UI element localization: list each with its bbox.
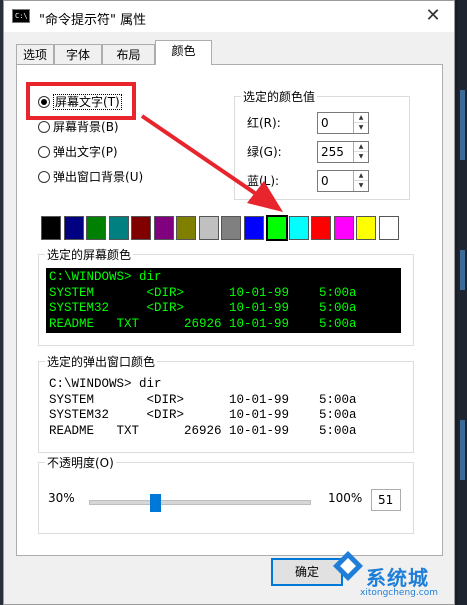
preview-line: C:\WINDOWS> dir bbox=[49, 377, 162, 391]
screen-colors-group: 选定的屏幕颜色 C:\WINDOWS> dir SYSTEM <DIR> 10-0… bbox=[38, 246, 414, 346]
spin-down-icon[interactable]: ▼ bbox=[354, 152, 368, 162]
radio-checked-icon bbox=[38, 96, 50, 108]
spin-down-icon[interactable]: ▼ bbox=[354, 123, 368, 133]
spin-down-icon[interactable]: ▼ bbox=[354, 181, 368, 191]
opacity-slider-track[interactable] bbox=[89, 500, 311, 505]
blue-label: 蓝(L): bbox=[247, 174, 280, 188]
watermark-url: xitongcheng.com bbox=[360, 588, 438, 598]
radio-unchecked-icon bbox=[38, 171, 50, 183]
color-swatch[interactable] bbox=[108, 216, 129, 240]
dialog-title: "命令提示符" 属性 bbox=[39, 13, 147, 28]
opacity-max-label: 100% bbox=[328, 491, 363, 505]
title-bar: C:\ "命令提示符" 属性 ✕ bbox=[4, 1, 454, 32]
colors-panel: 屏幕文字(T) 屏幕背景(B) 弹出文字(P) 弹出窗口背景(U) 选定的颜色值… bbox=[16, 64, 443, 556]
preview-line: SYSTEM32 <DIR> 10-01-99 5:00a bbox=[49, 301, 357, 315]
screen-colors-preview: C:\WINDOWS> dir SYSTEM <DIR> 10-01-99 5:0… bbox=[46, 268, 401, 333]
preview-line: SYSTEM <DIR> 10-01-99 5:00a bbox=[49, 392, 357, 407]
color-swatch[interactable] bbox=[266, 215, 288, 241]
properties-dialog: C:\ "命令提示符" 属性 ✕ 选项 字体 布局 颜色 屏幕文字(T) 屏幕背… bbox=[3, 0, 455, 605]
watermark-logo-icon bbox=[333, 551, 363, 581]
color-swatch[interactable] bbox=[86, 216, 106, 240]
green-label: 绿(G): bbox=[247, 145, 282, 159]
radio-popup-background[interactable]: 弹出窗口背景(U) bbox=[38, 169, 143, 185]
tab-colors[interactable]: 颜色 bbox=[155, 40, 212, 65]
color-swatch[interactable] bbox=[63, 216, 84, 240]
spin-up-icon[interactable]: ▲ bbox=[354, 142, 368, 152]
blue-value-spinner[interactable]: 0 ▲ ▼ bbox=[317, 170, 369, 192]
spin-up-icon[interactable]: ▲ bbox=[354, 171, 368, 181]
preview-line: C:\WINDOWS> dir bbox=[49, 270, 162, 284]
radio-popup-text[interactable]: 弹出文字(P) bbox=[38, 144, 118, 160]
color-swatch[interactable] bbox=[221, 216, 241, 240]
color-swatch[interactable] bbox=[131, 216, 151, 240]
opacity-slider-thumb[interactable] bbox=[150, 494, 161, 512]
close-button[interactable]: ✕ bbox=[422, 5, 444, 27]
red-value-spinner[interactable]: 0 ▲ ▼ bbox=[317, 112, 369, 134]
popup-colors-group: 选定的弹出窗口颜色 C:\WINDOWS> dir SYSTEM <DIR> 10… bbox=[38, 353, 414, 453]
color-swatch[interactable] bbox=[41, 216, 61, 240]
popup-colors-title: 选定的弹出窗口颜色 bbox=[45, 353, 158, 370]
color-swatch[interactable] bbox=[288, 216, 309, 240]
color-swatch[interactable] bbox=[356, 216, 376, 240]
opacity-title: 不透明度(O) bbox=[45, 454, 116, 471]
radio-unchecked-icon bbox=[38, 146, 50, 158]
color-swatch[interactable] bbox=[311, 216, 331, 240]
opacity-min-label: 30% bbox=[48, 491, 75, 505]
opacity-group: 不透明度(O) 30% 100% 51 bbox=[38, 454, 414, 534]
radio-screen-background[interactable]: 屏幕背景(B) bbox=[38, 119, 119, 135]
tab-font[interactable]: 字体 bbox=[54, 44, 102, 64]
preview-line: SYSTEM <DIR> 10-01-99 5:00a bbox=[49, 285, 357, 300]
preview-line: SYSTEM32 <DIR> 10-01-99 5:00a bbox=[49, 408, 357, 422]
preview-line: README TXT 26926 10-01-99 5:00a bbox=[49, 316, 357, 331]
red-label: 红(R): bbox=[247, 116, 281, 130]
console-app-icon: C:\ bbox=[12, 9, 30, 23]
desktop-right-edge bbox=[458, 0, 467, 605]
tab-options[interactable]: 选项 bbox=[16, 44, 54, 64]
watermark-text: 系统城 bbox=[366, 566, 429, 590]
radio-screen-text[interactable]: 屏幕文字(T) bbox=[38, 94, 122, 110]
color-swatch[interactable] bbox=[333, 216, 354, 240]
color-swatch[interactable] bbox=[198, 216, 219, 240]
color-swatch[interactable] bbox=[243, 216, 264, 240]
color-values-title: 选定的颜色值 bbox=[241, 88, 318, 105]
color-swatch[interactable] bbox=[153, 216, 174, 240]
color-swatch[interactable] bbox=[378, 216, 399, 240]
tab-layout[interactable]: 布局 bbox=[102, 44, 155, 64]
color-values-group: 选定的颜色值 红(R): 0 ▲ ▼ 绿(G): 255 ▲ ▼ 蓝(L): 0 ▲… bbox=[234, 88, 410, 200]
green-value-spinner[interactable]: 255 ▲ ▼ bbox=[317, 141, 369, 163]
preview-line: README TXT 26926 10-01-99 5:00a bbox=[49, 423, 357, 438]
opacity-value-field[interactable]: 51 bbox=[371, 489, 401, 511]
spin-up-icon[interactable]: ▲ bbox=[354, 113, 368, 123]
radio-unchecked-icon bbox=[38, 121, 50, 133]
popup-colors-preview: C:\WINDOWS> dir SYSTEM <DIR> 10-01-99 5:0… bbox=[46, 375, 401, 440]
screen-colors-title: 选定的屏幕颜色 bbox=[45, 246, 134, 263]
color-swatch[interactable] bbox=[176, 216, 196, 240]
